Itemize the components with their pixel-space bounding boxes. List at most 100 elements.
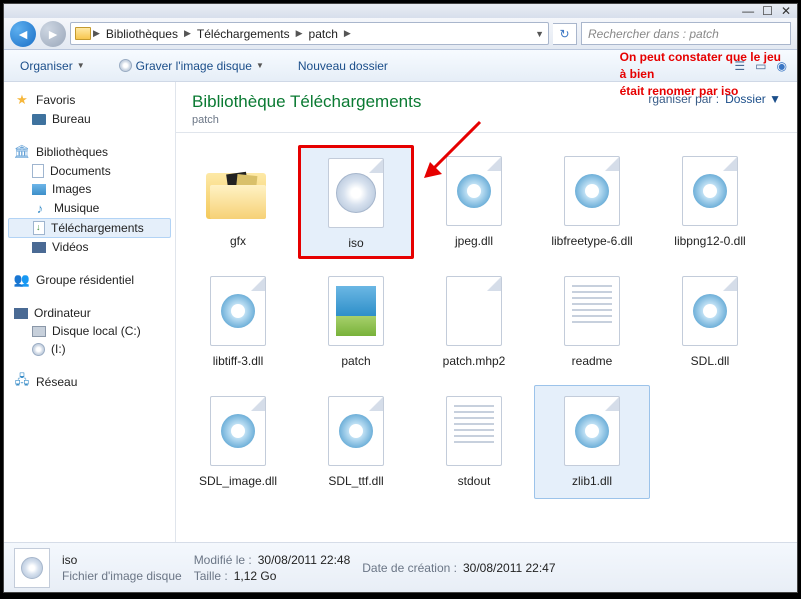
chevron-down-icon: ▼ bbox=[77, 61, 85, 70]
forward-button[interactable]: ► bbox=[40, 21, 66, 47]
file-item-file[interactable]: patch.mhp2 bbox=[416, 265, 532, 379]
address-bar[interactable]: ▶ Bibliothèques ▶ Téléchargements ▶ patc… bbox=[70, 22, 549, 45]
document-icon bbox=[32, 164, 44, 178]
sidebar: ★Favoris Bureau 🏛Bibliothèques Documents… bbox=[4, 82, 176, 542]
file-item-dll[interactable]: SDL_ttf.dll bbox=[298, 385, 414, 499]
sidebar-item-music[interactable]: ♪Musique bbox=[4, 198, 175, 218]
file-label: iso bbox=[344, 236, 367, 250]
file-label: SDL_ttf.dll bbox=[324, 474, 387, 488]
music-icon: ♪ bbox=[32, 200, 48, 216]
desktop-icon bbox=[32, 114, 46, 125]
file-item-iso[interactable]: iso bbox=[298, 145, 414, 259]
burn-label: Graver l'image disque bbox=[136, 59, 252, 73]
folder-icon bbox=[206, 163, 270, 219]
file-item-dll[interactable]: libfreetype-6.dll bbox=[534, 145, 650, 259]
details-type: Fichier d'image disque bbox=[62, 569, 182, 583]
folder-icon bbox=[75, 27, 91, 40]
breadcrumb[interactable]: patch bbox=[305, 25, 342, 43]
chevron-down-icon[interactable]: ▼ bbox=[535, 29, 544, 39]
chevron-right-icon[interactable]: ▶ bbox=[344, 28, 351, 39]
dll-icon bbox=[210, 396, 266, 466]
new-folder-button[interactable]: Nouveau dossier bbox=[292, 55, 394, 77]
file-label: patch bbox=[337, 354, 374, 368]
breadcrumb[interactable]: Téléchargements bbox=[193, 25, 294, 43]
file-label: gfx bbox=[226, 234, 250, 248]
file-item-dll[interactable]: libtiff-3.dll bbox=[180, 265, 296, 379]
file-label: jpeg.dll bbox=[451, 234, 497, 248]
minimize-button[interactable]: — bbox=[742, 4, 754, 18]
network-icon: 🖧 bbox=[14, 374, 30, 390]
sidebar-homegroup[interactable]: 👥Groupe résidentiel bbox=[4, 270, 175, 290]
newfolder-label: Nouveau dossier bbox=[298, 59, 388, 73]
video-icon bbox=[32, 242, 46, 253]
file-label: libtiff-3.dll bbox=[209, 354, 267, 368]
sidebar-item-videos[interactable]: Vidéos bbox=[4, 238, 175, 256]
organize-menu[interactable]: Organiser ▼ bbox=[14, 55, 91, 77]
burn-image-button[interactable]: Graver l'image disque ▼ bbox=[113, 55, 270, 77]
disc-image-icon bbox=[328, 158, 384, 228]
explorer-window: — ☐ ✕ ◄ ► ▶ Bibliothèques ▶ Téléchargeme… bbox=[3, 3, 798, 593]
computer-icon bbox=[14, 308, 28, 319]
refresh-button[interactable]: ↻ bbox=[553, 23, 577, 45]
details-modified-value: 30/08/2011 22:48 bbox=[258, 553, 351, 567]
library-icon: 🏛 bbox=[14, 144, 30, 160]
sidebar-item-desktop[interactable]: Bureau bbox=[4, 110, 175, 128]
details-size-value: 1,12 Go bbox=[234, 569, 277, 583]
file-label: patch.mhp2 bbox=[439, 354, 510, 368]
dll-icon bbox=[328, 396, 384, 466]
search-input[interactable]: Rechercher dans : patch bbox=[581, 22, 791, 45]
homegroup-icon: 👥 bbox=[14, 272, 30, 288]
disc-icon bbox=[32, 343, 45, 356]
file-icon bbox=[446, 276, 502, 346]
annotation-arrow bbox=[420, 116, 490, 186]
sidebar-item-cddrive[interactable]: (I:) bbox=[4, 340, 175, 358]
back-button[interactable]: ◄ bbox=[10, 21, 36, 47]
dll-icon bbox=[682, 156, 738, 226]
sidebar-network[interactable]: 🖧Réseau bbox=[4, 372, 175, 392]
library-title: Bibliothèque Téléchargements bbox=[192, 92, 421, 112]
chevron-right-icon[interactable]: ▶ bbox=[296, 28, 303, 39]
file-label: SDL_image.dll bbox=[195, 474, 281, 488]
file-item-dll[interactable]: SDL_image.dll bbox=[180, 385, 296, 499]
sidebar-computer[interactable]: Ordinateur bbox=[4, 304, 175, 322]
annotation-text: On peut constater que le jeu à bien étai… bbox=[620, 49, 781, 100]
image-icon bbox=[32, 184, 46, 195]
sidebar-favorites[interactable]: ★Favoris bbox=[4, 90, 175, 110]
nav-bar: ◄ ► ▶ Bibliothèques ▶ Téléchargements ▶ … bbox=[4, 18, 797, 50]
text-icon bbox=[564, 276, 620, 346]
dll-icon bbox=[564, 396, 620, 466]
star-icon: ★ bbox=[14, 92, 30, 108]
file-item-dll[interactable]: SDL.dll bbox=[652, 265, 768, 379]
file-item-folder[interactable]: gfx bbox=[180, 145, 296, 259]
organize-label: Organiser bbox=[20, 59, 73, 73]
file-item-patch[interactable]: patch bbox=[298, 265, 414, 379]
sidebar-libraries[interactable]: 🏛Bibliothèques bbox=[4, 142, 175, 162]
file-item-txt[interactable]: stdout bbox=[416, 385, 532, 499]
maximize-button[interactable]: ☐ bbox=[762, 4, 773, 18]
download-icon bbox=[33, 221, 45, 235]
sidebar-item-documents[interactable]: Documents bbox=[4, 162, 175, 180]
file-label: libpng12-0.dll bbox=[670, 234, 749, 248]
details-thumbnail bbox=[14, 548, 50, 588]
sidebar-item-localdisk[interactable]: Disque local (C:) bbox=[4, 322, 175, 340]
breadcrumb[interactable]: Bibliothèques bbox=[102, 25, 182, 43]
file-item-txt[interactable]: readme bbox=[534, 265, 650, 379]
chevron-right-icon[interactable]: ▶ bbox=[184, 28, 191, 39]
close-button[interactable]: ✕ bbox=[781, 4, 791, 18]
drive-icon bbox=[32, 326, 46, 337]
file-item-dll[interactable]: libpng12-0.dll bbox=[652, 145, 768, 259]
sidebar-item-downloads[interactable]: Téléchargements bbox=[8, 218, 171, 238]
dll-icon bbox=[210, 276, 266, 346]
sidebar-item-images[interactable]: Images bbox=[4, 180, 175, 198]
library-subtitle: patch bbox=[192, 114, 421, 126]
details-created-value: 30/08/2011 22:47 bbox=[463, 561, 556, 575]
file-grid[interactable]: gfx iso jpeg.dll libfreetype-6.dll libpn… bbox=[176, 133, 797, 542]
titlebar: — ☐ ✕ bbox=[4, 4, 797, 18]
chevron-right-icon[interactable]: ▶ bbox=[93, 28, 100, 39]
details-pane: iso Fichier d'image disque Modifié le :3… bbox=[4, 542, 797, 592]
file-label: libfreetype-6.dll bbox=[547, 234, 636, 248]
file-item-dll[interactable]: zlib1.dll bbox=[534, 385, 650, 499]
file-label: zlib1.dll bbox=[568, 474, 616, 488]
toolbar: Organiser ▼ Graver l'image disque ▼ Nouv… bbox=[4, 50, 797, 82]
details-name: iso bbox=[62, 553, 182, 567]
